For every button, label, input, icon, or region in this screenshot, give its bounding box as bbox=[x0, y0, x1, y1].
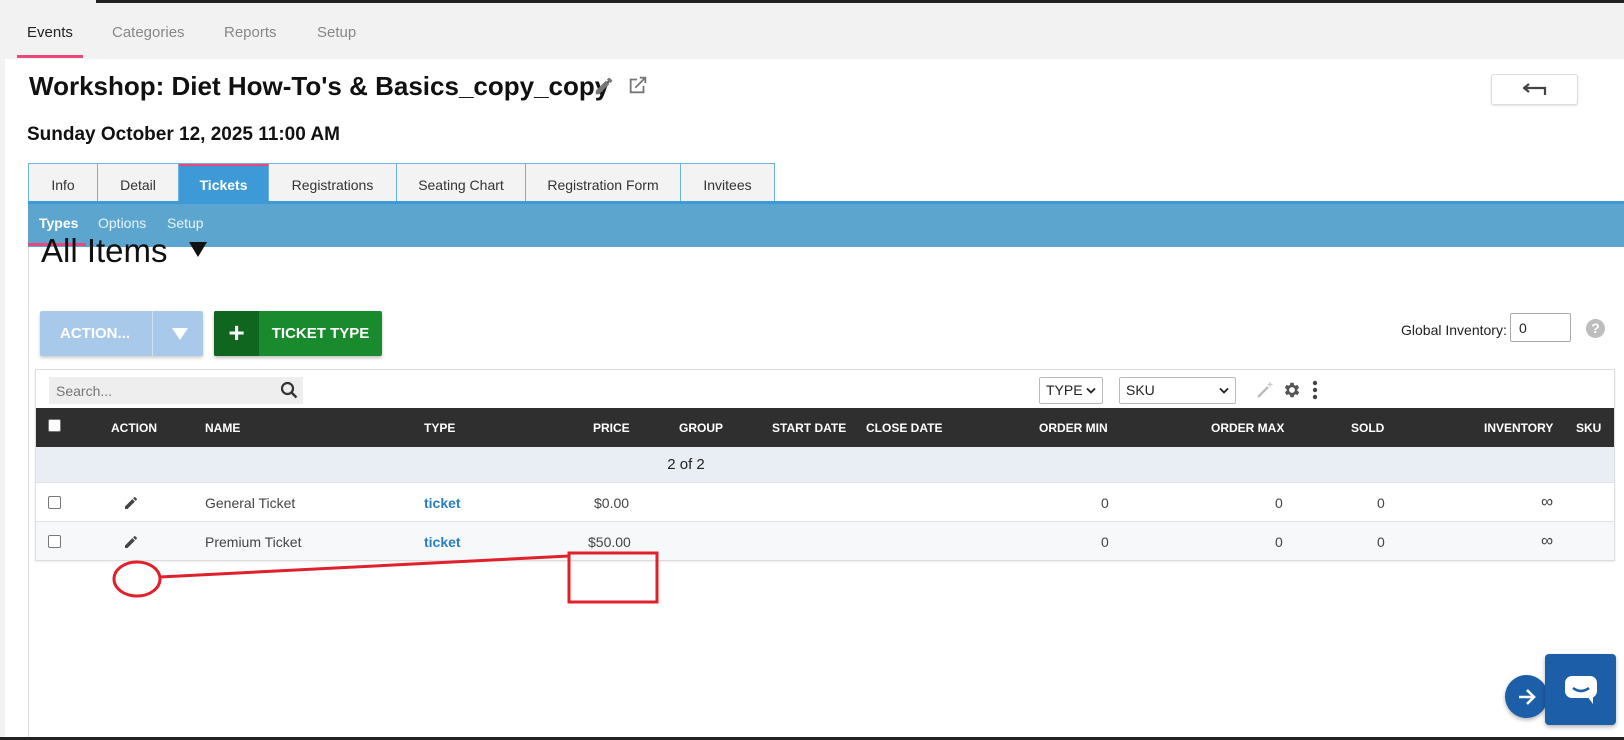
ticket-order-max: 0 bbox=[1275, 534, 1283, 550]
col-type[interactable]: TYPE bbox=[424, 421, 455, 435]
view-title[interactable]: All Items bbox=[41, 232, 168, 270]
global-inventory-input[interactable] bbox=[1510, 313, 1571, 342]
tab-info[interactable]: Info bbox=[29, 164, 98, 204]
gear-icon[interactable] bbox=[1282, 380, 1302, 405]
global-inventory-label: Global Inventory: bbox=[1401, 322, 1507, 338]
top-tab-events[interactable]: Events bbox=[27, 3, 73, 59]
active-tab-indicator bbox=[17, 55, 83, 58]
col-order-max[interactable]: ORDER MAX bbox=[1211, 421, 1284, 435]
event-title: Workshop: Diet How-To's & Basics_copy_co… bbox=[29, 71, 610, 101]
kebab-icon[interactable] bbox=[1312, 380, 1318, 405]
ticket-name: General Ticket bbox=[205, 495, 296, 511]
tab-invitees[interactable]: Invitees bbox=[681, 164, 774, 204]
chevron-down-icon bbox=[1219, 387, 1229, 394]
return-icon bbox=[1523, 83, 1547, 95]
top-tab-categories[interactable]: Categories bbox=[112, 3, 185, 59]
help-icon[interactable]: ? bbox=[1586, 319, 1605, 338]
table-row[interactable]: General Ticket ticket $0.00 0 0 0 ∞ bbox=[36, 482, 1614, 521]
select-all-checkbox[interactable] bbox=[48, 419, 61, 432]
top-tab-setup[interactable]: Setup bbox=[317, 3, 356, 59]
col-sku[interactable]: SKU bbox=[1576, 421, 1601, 435]
chevron-down-icon bbox=[1086, 387, 1096, 394]
action-dropdown-caret-icon[interactable] bbox=[172, 328, 188, 340]
event-tabs: Info Detail Tickets Registrations Seatin… bbox=[28, 163, 775, 204]
col-inventory[interactable]: INVENTORY bbox=[1484, 421, 1553, 435]
ticket-type-label: TICKET TYPE bbox=[271, 325, 370, 342]
col-group[interactable]: GROUP bbox=[679, 421, 723, 435]
sku-filter-select[interactable]: SKU bbox=[1119, 377, 1236, 404]
action-button-label: ACTION... bbox=[60, 325, 130, 342]
view-dropdown-caret-icon[interactable] bbox=[189, 242, 207, 257]
chat-icon bbox=[1565, 676, 1597, 704]
search-icon[interactable] bbox=[280, 381, 298, 404]
edit-pencil-icon[interactable] bbox=[123, 534, 139, 555]
table-row[interactable]: Premium Ticket ticket $50.00 0 0 0 ∞ bbox=[36, 521, 1614, 560]
tab-seating-chart[interactable]: Seating Chart bbox=[397, 164, 526, 204]
col-price[interactable]: PRICE bbox=[593, 421, 630, 435]
ticket-order-max: 0 bbox=[1275, 495, 1283, 511]
add-ticket-type-button[interactable]: + TICKET TYPE bbox=[214, 311, 382, 356]
next-button[interactable] bbox=[1505, 675, 1548, 718]
ticket-types-grid: TYPE SKU ACTION NAME TYPE PRICE GROUP ST… bbox=[35, 369, 1615, 561]
action-button[interactable]: ACTION... bbox=[40, 311, 203, 356]
search-input[interactable] bbox=[49, 377, 303, 404]
type-filter-value: TYPE bbox=[1046, 382, 1083, 398]
col-close-date[interactable]: CLOSE DATE bbox=[866, 421, 942, 435]
subtab-bar: Types Options Setup bbox=[28, 201, 1624, 247]
col-sold[interactable]: SOLD bbox=[1351, 421, 1384, 435]
ticket-order-min: 0 bbox=[1101, 534, 1109, 550]
sku-filter-value: SKU bbox=[1126, 382, 1155, 398]
event-date: Sunday October 12, 2025 11:00 AM bbox=[27, 124, 340, 145]
top-navigation: Events Categories Reports Setup bbox=[0, 3, 1624, 59]
grid-count-row: 2 of 2 bbox=[36, 447, 1614, 482]
ticket-type-link[interactable]: ticket bbox=[424, 495, 461, 511]
ticket-price: $50.00 bbox=[588, 534, 631, 550]
magic-wand-icon[interactable] bbox=[1255, 380, 1275, 405]
edit-title-pencil-icon[interactable] bbox=[593, 75, 617, 99]
col-order-min[interactable]: ORDER MIN bbox=[1039, 421, 1108, 435]
ticket-price: $0.00 bbox=[594, 495, 630, 511]
ticket-sold: 0 bbox=[1377, 495, 1385, 511]
tab-registration-form[interactable]: Registration Form bbox=[526, 164, 681, 204]
edit-pencil-icon[interactable] bbox=[123, 495, 139, 516]
top-tab-reports[interactable]: Reports bbox=[224, 3, 277, 59]
external-link-icon[interactable] bbox=[627, 74, 651, 98]
grid-header: ACTION NAME TYPE PRICE GROUP START DATE … bbox=[36, 408, 1614, 447]
action-button-separator bbox=[152, 311, 153, 356]
subtab-types[interactable]: Types bbox=[39, 215, 78, 231]
col-start-date[interactable]: START DATE bbox=[772, 421, 846, 435]
return-button[interactable] bbox=[1491, 74, 1578, 105]
ticket-type-link[interactable]: ticket bbox=[424, 534, 461, 550]
ticket-inventory: ∞ bbox=[1541, 531, 1554, 550]
tab-detail[interactable]: Detail bbox=[98, 164, 179, 204]
arrow-right-icon bbox=[1519, 689, 1536, 705]
plus-icon: + bbox=[214, 311, 259, 356]
grid-toolbar: TYPE SKU bbox=[36, 370, 1614, 408]
ticket-order-min: 0 bbox=[1101, 495, 1109, 511]
content-left-border bbox=[28, 247, 29, 740]
ticket-sold: 0 bbox=[1377, 534, 1385, 550]
col-action[interactable]: ACTION bbox=[111, 421, 157, 435]
tab-tickets[interactable]: Tickets bbox=[179, 164, 269, 204]
row-checkbox[interactable] bbox=[48, 535, 61, 548]
ticket-inventory: ∞ bbox=[1541, 492, 1554, 511]
type-filter-select[interactable]: TYPE bbox=[1039, 377, 1103, 404]
chat-button[interactable] bbox=[1545, 654, 1616, 725]
col-name[interactable]: NAME bbox=[205, 421, 240, 435]
row-count: 2 of 2 bbox=[667, 456, 705, 473]
subtab-setup[interactable]: Setup bbox=[167, 215, 204, 231]
tab-registrations[interactable]: Registrations bbox=[269, 164, 397, 204]
row-checkbox[interactable] bbox=[48, 496, 61, 509]
ticket-name: Premium Ticket bbox=[205, 534, 302, 550]
subtab-options[interactable]: Options bbox=[98, 215, 146, 231]
